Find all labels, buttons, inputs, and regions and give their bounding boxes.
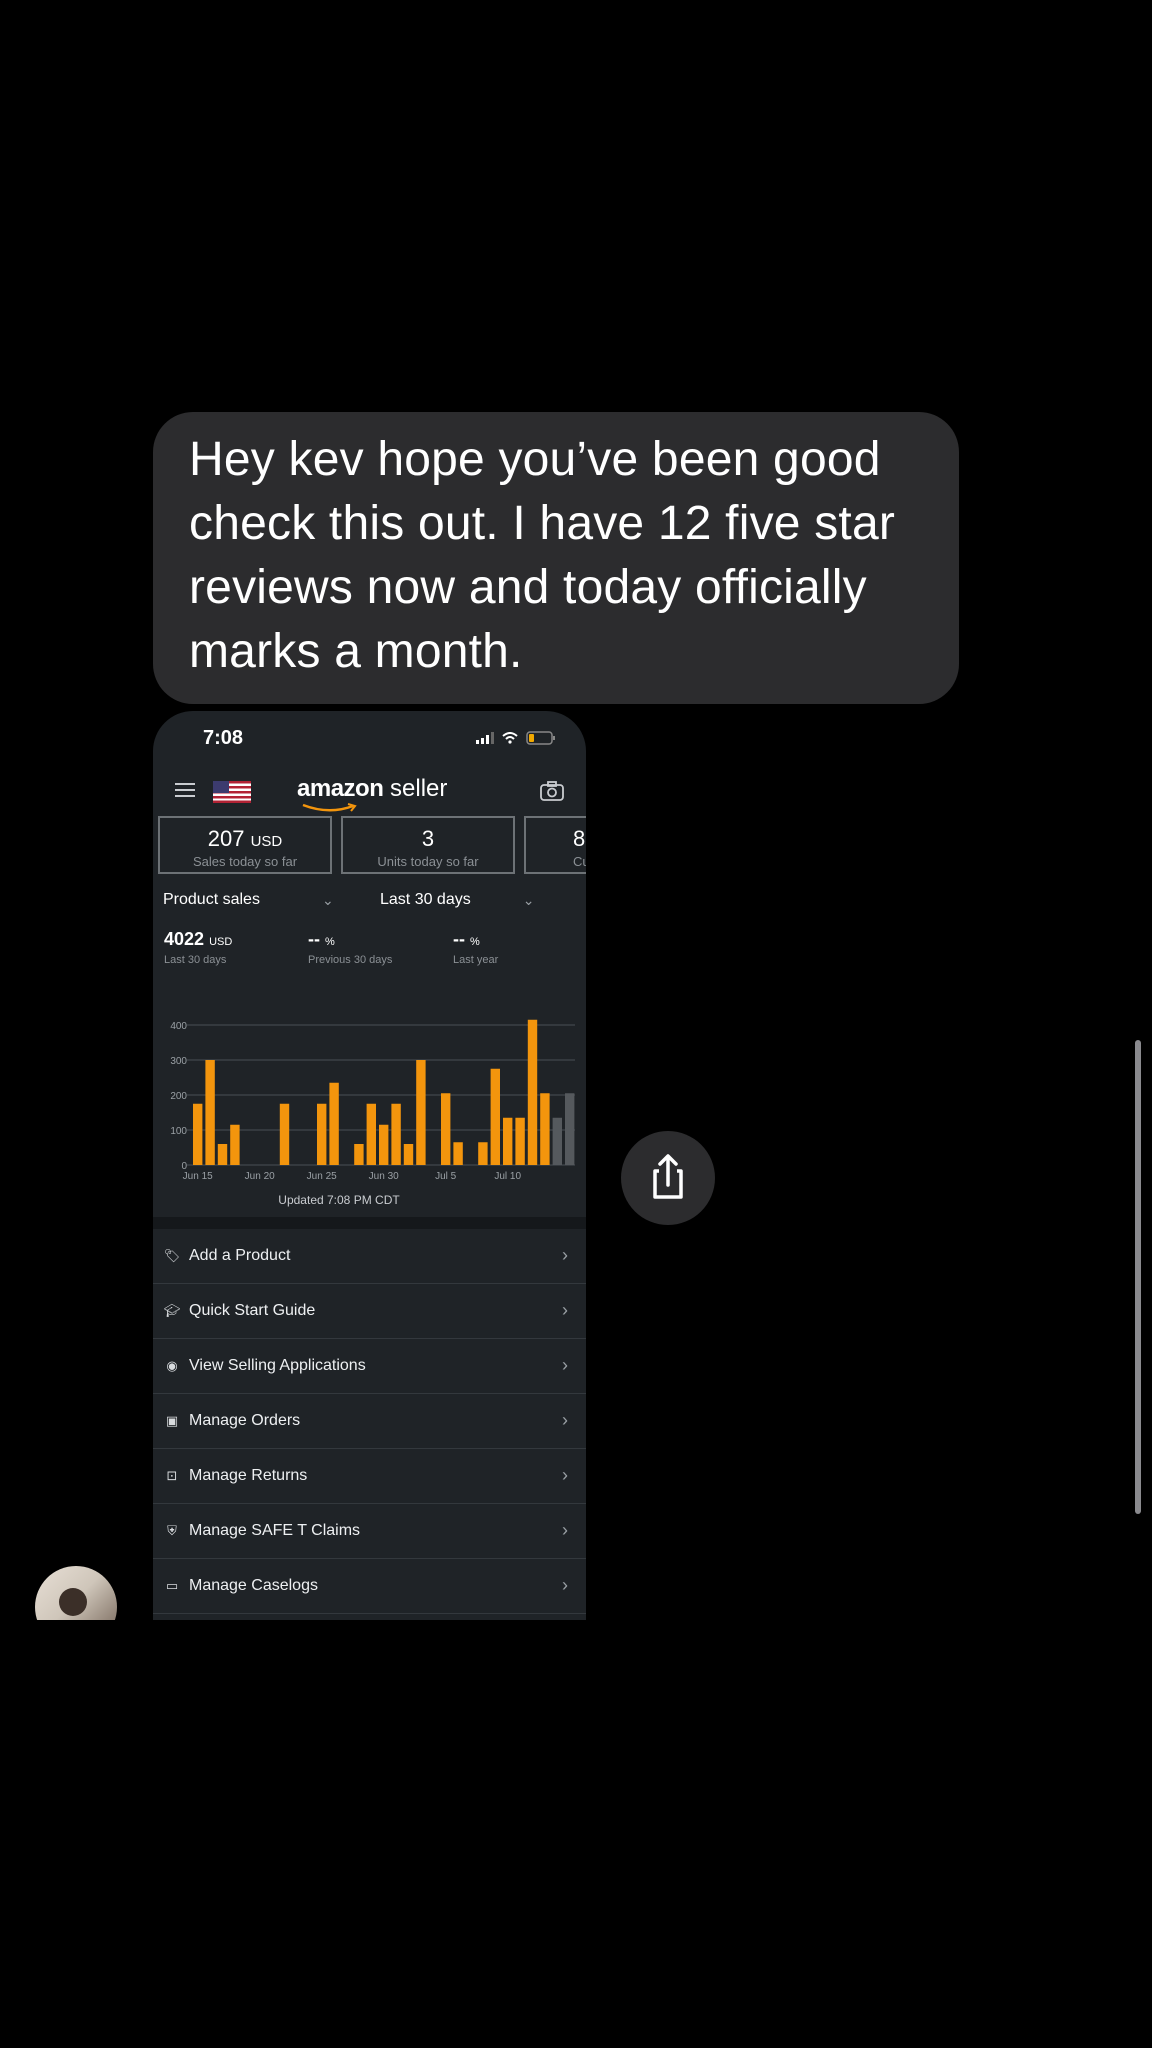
return-box-icon: ⊡ [166, 1468, 178, 1483]
y-tick-label: 100 [170, 1126, 187, 1137]
sales-bar [453, 1142, 463, 1165]
scrollbar[interactable] [1135, 1040, 1141, 1514]
app-header: amazon seller [153, 767, 586, 817]
sales-bar [193, 1103, 203, 1165]
sales-metrics: 4022 USD Last 30 days -- % Previous 30 d… [153, 929, 586, 973]
sales-bar [354, 1144, 364, 1165]
menu-item-add-product[interactable]: 🏷︎ Add a Product › [153, 1229, 586, 1284]
sales-bar [552, 1117, 562, 1165]
message-text: Hey kev hope you’ve been good check this… [189, 433, 896, 678]
sales-bar [230, 1124, 240, 1165]
sales-bar [391, 1103, 401, 1165]
x-tick-label: Jun 15 [183, 1171, 213, 1181]
menu-item-safe-t-claims[interactable]: ⛨ Manage SAFE T Claims › [153, 1504, 586, 1559]
metric-dropdown[interactable]: Product sales ⌄ [163, 891, 334, 909]
sales-bar [540, 1093, 550, 1165]
y-tick-label: 400 [170, 1021, 187, 1032]
chevron-right-icon: › [562, 1410, 568, 1430]
share-button[interactable] [621, 1131, 715, 1225]
chevron-right-icon: › [562, 1300, 568, 1320]
sales-bar [478, 1142, 488, 1165]
sales-bar [366, 1103, 376, 1165]
current-tile[interactable]: 8 Curr [524, 816, 586, 874]
range-dropdown[interactable]: Last 30 days ⌄ [380, 891, 534, 909]
shared-screenshot[interactable]: 7:08 amazon seller 207 USD Sales today s… [153, 711, 586, 1622]
tag-icon: 🏷︎ [163, 1248, 181, 1263]
chat-icon: ▭ [165, 1578, 179, 1593]
sales-bar [527, 1019, 538, 1165]
sales-bar [379, 1124, 389, 1165]
eye-icon: ◉ [166, 1358, 178, 1373]
shield-icon: ⛨ [167, 1523, 177, 1538]
summary-tiles: 207 USD Sales today so far 3 Units today… [158, 816, 586, 878]
updated-timestamp: Updated 7:08 PM CDT [278, 1193, 400, 1207]
y-tick-label: 300 [170, 1056, 187, 1067]
sales-bar [279, 1103, 290, 1165]
metric-previous-30: -- % Previous 30 days [308, 929, 393, 966]
chevron-right-icon: › [562, 1575, 568, 1595]
x-tick-label: Jul 5 [435, 1171, 457, 1181]
share-icon [653, 1154, 683, 1199]
sales-bar [490, 1068, 500, 1165]
us-flag-icon[interactable] [213, 781, 251, 803]
units-today-tile[interactable]: 3 Units today so far [341, 816, 515, 874]
partial-bar [565, 1093, 575, 1165]
menu-item-selling-applications[interactable]: ◉ View Selling Applications › [153, 1339, 586, 1394]
menu-item-caselogs[interactable]: ▭ Manage Caselogs › [153, 1559, 586, 1614]
x-tick-label: Jun 20 [245, 1171, 275, 1181]
sales-bar [329, 1082, 339, 1165]
x-tick-label: Jun 30 [369, 1171, 399, 1181]
sales-bar [503, 1117, 513, 1165]
sales-today-tile[interactable]: 207 USD Sales today so far [158, 816, 332, 874]
chevron-right-icon: › [562, 1520, 568, 1540]
sales-bar [205, 1060, 215, 1165]
battery-icon [526, 731, 555, 745]
wifi-icon [502, 732, 518, 744]
action-menu: 🏷︎ Add a Product › 🎓︎ Quick Start Guide … [153, 1229, 586, 1614]
signal-icon [476, 732, 494, 744]
menu-item-manage-returns[interactable]: ⊡ Manage Returns › [153, 1449, 586, 1504]
sales-bar [317, 1103, 327, 1165]
menu-item-manage-orders[interactable]: ▣ Manage Orders › [153, 1394, 586, 1449]
chevron-right-icon: › [562, 1465, 568, 1485]
x-tick-label: Jul 10 [494, 1171, 521, 1181]
sales-bar [416, 1060, 426, 1165]
camera-icon[interactable] [540, 781, 564, 801]
sales-bar [441, 1093, 451, 1165]
metric-last-year: -- % Last year [453, 929, 499, 966]
section-divider [153, 1217, 586, 1229]
menu-item-quick-start[interactable]: 🎓︎ Quick Start Guide › [153, 1284, 586, 1339]
sales-bar [515, 1117, 525, 1165]
y-tick-label: 200 [170, 1091, 187, 1102]
chart-filters: Product sales ⌄ Last 30 days ⌄ [153, 891, 586, 921]
message-bubble[interactable]: Hey kev hope you’ve been good check this… [153, 412, 959, 704]
chevron-right-icon: › [562, 1355, 568, 1375]
x-tick-label: Jun 25 [307, 1171, 337, 1181]
status-time: 7:08 [203, 727, 244, 749]
sales-bar [217, 1144, 228, 1165]
metric-last-30: 4022 USD Last 30 days [164, 929, 233, 966]
chevron-down-icon: ⌄ [522, 891, 535, 908]
box-icon: ▣ [165, 1413, 179, 1428]
amazon-seller-logo: amazon seller [297, 775, 448, 802]
graduation-cap-icon: 🎓︎ [163, 1303, 181, 1318]
status-bar: 7:08 [153, 711, 586, 765]
chevron-right-icon: › [562, 1245, 568, 1265]
sales-bar [403, 1144, 414, 1165]
chevron-down-icon: ⌄ [321, 891, 334, 908]
amazon-smile-icon [302, 803, 357, 812]
menu-icon[interactable] [175, 783, 195, 799]
sales-bar-chart: 0100200300400Jun 15 Jun 20 Jun 25 Jun 30 Jul… [170, 1019, 575, 1181]
bottom-area [0, 1620, 1152, 2048]
